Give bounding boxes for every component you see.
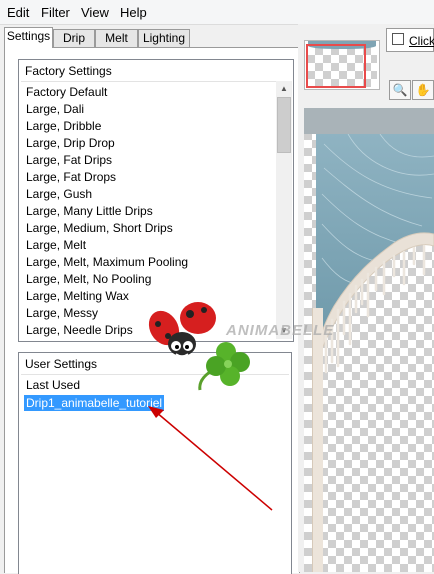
tab-drip[interactable]: Drip [53,29,95,47]
list-item[interactable]: Last Used [24,377,82,393]
menu-filter[interactable]: Filter [41,5,70,20]
preview-canvas[interactable] [304,108,434,572]
zoom-icon[interactable]: 🔍 [389,80,411,100]
list-item[interactable]: Factory Default [24,84,109,100]
tab-melt[interactable]: Melt [95,29,138,47]
hint-text: Click [409,34,434,48]
factory-settings-header: Factory Settings [25,64,112,78]
list-item[interactable]: Large, Melt [24,237,88,253]
list-item[interactable]: Large, Melt, No Pooling [24,271,153,287]
list-item[interactable]: Large, Fat Drops [24,169,118,185]
red-arrow-icon [148,406,273,511]
hand-icon[interactable]: ✋ [412,80,434,100]
tab-settings[interactable]: Settings [4,27,53,48]
list-item[interactable]: Large, Needle Drips [24,322,135,338]
list-item[interactable]: Large, Dribble [24,118,103,134]
menu-bar: Edit Filter View Help [0,0,434,25]
drip-column [312,308,323,572]
preview-panel: Click 🔍 ✋ [298,24,434,572]
tab-lighting[interactable]: Lighting [138,29,190,47]
factory-list-scrollbar[interactable]: ▲ ▼ [276,81,292,339]
user-settings-header: User Settings [25,357,98,371]
scroll-up-icon[interactable]: ▲ [276,81,292,97]
list-item[interactable]: Large, Many Little Drips [24,203,155,219]
scroll-thumb[interactable] [277,97,291,153]
menu-view[interactable]: View [81,5,109,20]
hint-icon [392,33,404,45]
navigator-view-frame[interactable] [306,44,366,88]
preview-top-strip [304,108,434,134]
hint-box: Click [386,28,434,52]
list-item-selected[interactable]: Drip1_animabelle_tutoriel [24,395,165,411]
list-item[interactable]: Large, Dali [24,101,86,117]
list-item[interactable]: Large, Medium, Short Drips [24,220,175,236]
ladybug-icon [148,302,216,357]
clover-icon [198,342,250,391]
menu-help[interactable]: Help [120,5,147,20]
list-item[interactable]: Large, Messy [24,305,100,321]
list-item[interactable]: Large, Drip Drop [24,135,117,151]
list-item[interactable]: Large, Gush [24,186,94,202]
list-item[interactable]: Large, Fat Drips [24,152,114,168]
menu-edit[interactable]: Edit [7,5,29,20]
list-item[interactable]: Large, Melt, Maximum Pooling [24,254,190,270]
list-divider [21,81,291,82]
list-item[interactable]: Large, Melting Wax [24,288,131,304]
ladybug-logo [148,302,250,391]
navigator-box[interactable] [304,40,380,90]
preview-image [315,134,434,398]
